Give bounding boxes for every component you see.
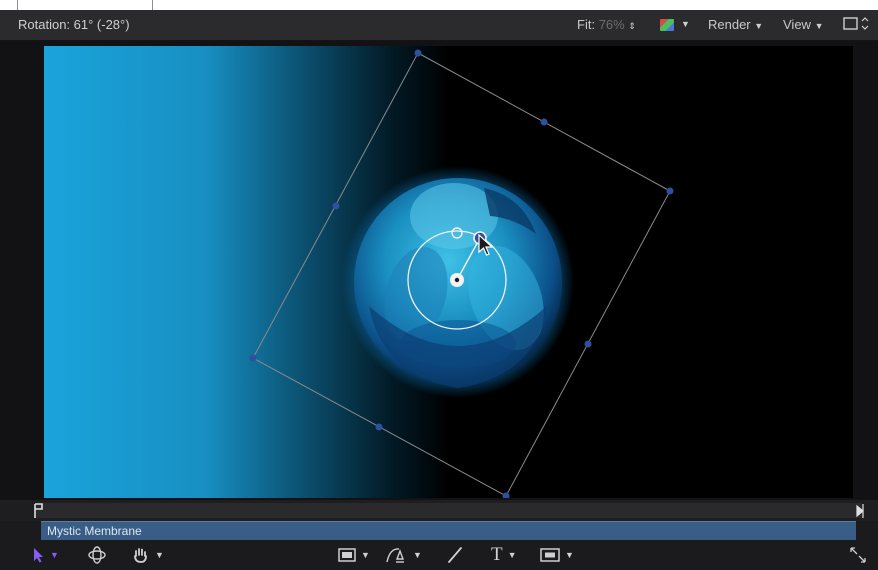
rotation-readout: Rotation: 61° (-28°)	[18, 17, 130, 32]
edge-handle[interactable]	[540, 118, 548, 126]
layer-toggle-icon[interactable]	[843, 16, 873, 32]
mask-icon	[540, 548, 560, 562]
orbit-3d-tool[interactable]	[87, 545, 107, 565]
mask-tool[interactable]: ▼	[540, 545, 574, 565]
strip-divider	[17, 0, 18, 10]
fit-value: 76%	[598, 17, 625, 32]
chevron-down-icon[interactable]: ▼	[565, 550, 574, 560]
corner-handle[interactable]	[666, 187, 674, 195]
pan-tool[interactable]: ▼	[132, 545, 164, 565]
rectangle-shape-icon	[338, 548, 356, 562]
viewer-header: Rotation: 61° (-28°) Fit: 76% ⇕ ▼ Render…	[0, 10, 878, 41]
mini-timeline[interactable]	[0, 500, 878, 521]
corner-handle[interactable]	[414, 49, 422, 57]
hand-pan-icon	[134, 548, 147, 563]
edge-handle[interactable]	[332, 202, 340, 210]
render-menu[interactable]: Render ▼	[708, 17, 763, 32]
text-tool-icon: T	[491, 544, 503, 565]
render-label: Render	[708, 17, 751, 32]
timeline-track[interactable]	[36, 503, 862, 518]
chevron-down-icon: ▼	[754, 21, 764, 31]
view-menu[interactable]: View ▼	[783, 17, 824, 32]
select-transform-tool[interactable]: ▼	[33, 545, 59, 565]
orbit-3d-icon	[88, 546, 106, 564]
out-point-marker-icon[interactable]	[855, 503, 867, 519]
chevron-down-icon[interactable]: ▼	[155, 550, 164, 560]
chevron-down-icon: ▼	[814, 21, 824, 31]
canvas[interactable]	[44, 46, 853, 498]
fit-control[interactable]: Fit: 76% ⇕	[577, 17, 636, 32]
shape-tool[interactable]: ▼	[338, 545, 370, 565]
chevron-down-icon[interactable]: ▼	[361, 550, 370, 560]
stepper-icon: ⇕	[628, 21, 636, 31]
channels-swatch-icon[interactable]	[660, 19, 674, 31]
chevron-down-icon[interactable]: ▼	[413, 550, 422, 560]
chevron-down-icon[interactable]: ▼	[50, 550, 59, 560]
selection-arrow-icon	[34, 548, 43, 563]
strip-divider	[152, 0, 153, 10]
bezier-tool[interactable]: ▼	[386, 545, 422, 565]
bezier-pen-icon	[386, 548, 405, 563]
view-label: View	[783, 17, 811, 32]
clip-name: Mystic Membrane	[47, 524, 142, 538]
fit-label: Fit:	[577, 17, 596, 32]
edge-handle[interactable]	[584, 340, 592, 348]
paint-stroke-tool[interactable]	[446, 545, 464, 565]
fullscreen-icon	[850, 547, 866, 563]
text-tool[interactable]: T ▼	[491, 544, 517, 565]
top-strip	[0, 0, 878, 10]
fullscreen-button[interactable]	[849, 545, 867, 565]
chevron-down-icon[interactable]: ▼	[681, 19, 690, 29]
chevron-down-icon[interactable]: ▼	[508, 550, 517, 560]
corner-handle[interactable]	[249, 354, 257, 362]
paint-stroke-icon	[448, 547, 462, 563]
edge-handle[interactable]	[375, 423, 383, 431]
timeline-clip[interactable]: Mystic Membrane	[41, 521, 856, 540]
bottom-toolbar: ▼ ▼ ▼ ▼ T ▼ ▼	[0, 540, 878, 570]
in-point-marker-icon[interactable]	[33, 503, 45, 519]
